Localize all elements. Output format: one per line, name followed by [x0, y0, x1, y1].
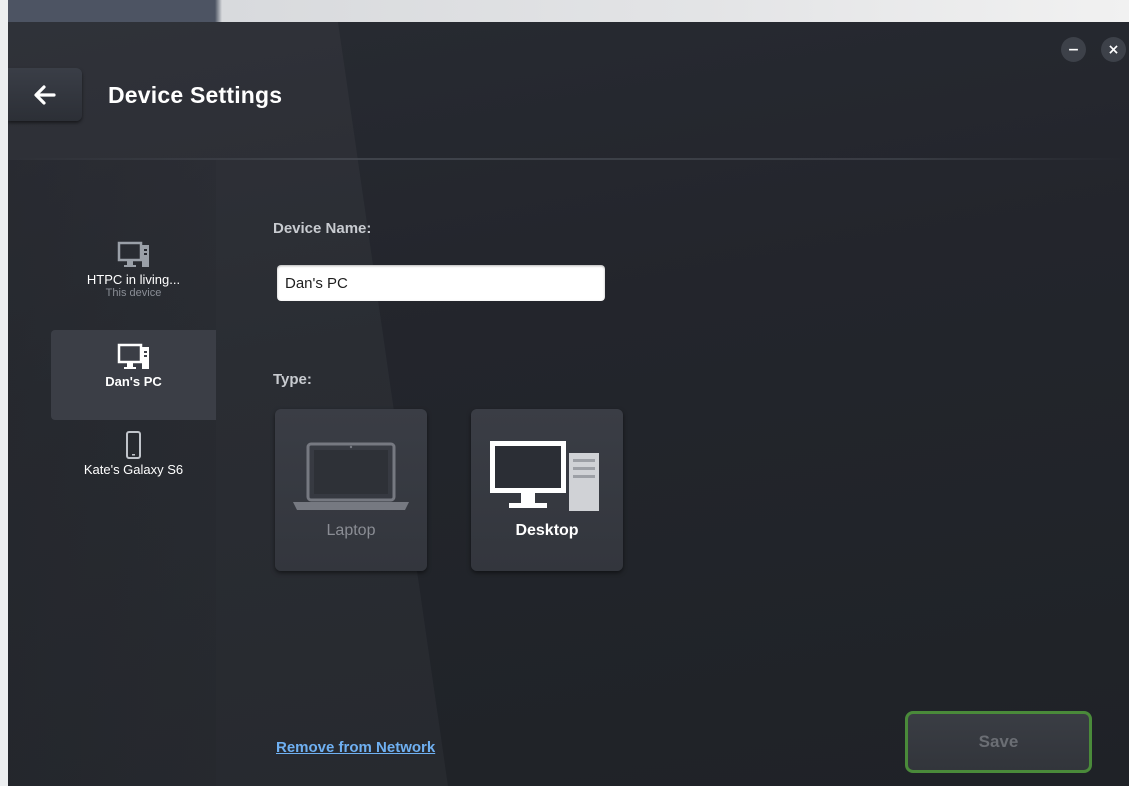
page-title: Device Settings — [108, 82, 283, 108]
device-sidebar: HTPC in living... This device Dan's PC K… — [8, 160, 216, 786]
laptop-icon — [293, 442, 409, 510]
remove-from-network-link[interactable]: Remove from Network — [276, 739, 435, 756]
sidebar-item-kates-galaxy[interactable]: Kate's Galaxy S6 — [51, 430, 216, 520]
sidebar-item-htpc[interactable]: HTPC in living... This device — [51, 236, 216, 326]
sidebar-item-label: HTPC in living... — [86, 272, 181, 287]
background-top-strip — [0, 0, 1129, 22]
type-option-desktop[interactable]: Desktop — [471, 409, 623, 571]
type-option-laptop[interactable]: Laptop — [275, 409, 427, 571]
type-option-label: Laptop — [326, 522, 376, 539]
minimize-icon: − — [1067, 41, 1080, 58]
sidebar-item-label: Dan's PC — [105, 374, 162, 389]
sidebar-item-dans-pc[interactable]: Dan's PC — [51, 330, 216, 420]
save-button[interactable]: Save — [905, 711, 1092, 773]
device-name-label: Device Name: — [273, 220, 372, 237]
close-icon: × — [1107, 41, 1120, 58]
desktop-icon — [117, 343, 149, 369]
sidebar-item-label: Kate's Galaxy S6 — [83, 462, 184, 477]
desktop-computer-icon — [490, 441, 599, 511]
desktop-icon — [117, 241, 149, 267]
minimize-button[interactable]: − — [1061, 37, 1086, 62]
device-name-input[interactable] — [277, 265, 605, 301]
type-label: Type: — [273, 371, 312, 388]
device-settings-window: Device Settings − × HTPC in living... Th… — [8, 22, 1129, 786]
sidebar-item-subtitle: This device — [105, 287, 162, 299]
back-button[interactable] — [8, 68, 82, 121]
type-option-label: Desktop — [515, 522, 579, 539]
background-left-strip — [0, 0, 8, 786]
close-button[interactable]: × — [1101, 37, 1126, 62]
back-arrow-icon — [34, 84, 56, 105]
phone-icon — [125, 431, 141, 459]
